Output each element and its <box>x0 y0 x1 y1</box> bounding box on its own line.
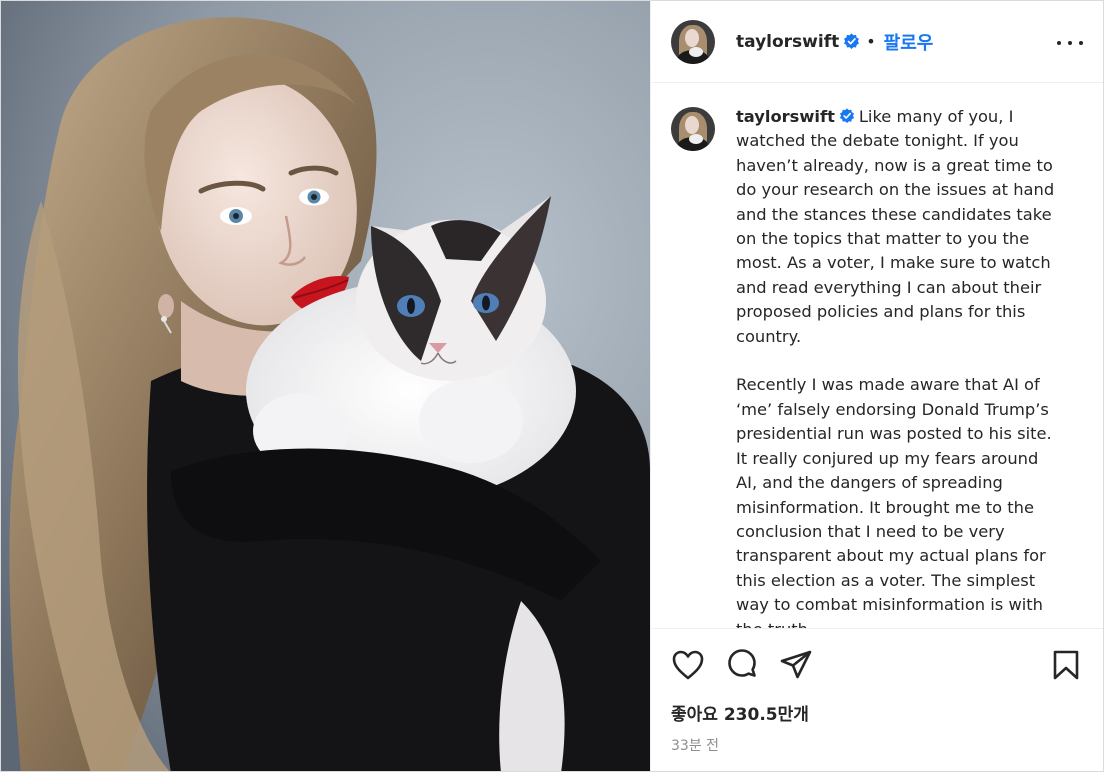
caption-body: Like many of you, I watched the debate t… <box>736 107 1055 628</box>
likes-value: 230.5만개 <box>723 705 809 725</box>
caption-avatar[interactable] <box>671 107 715 151</box>
post-side-panel: taylorswift • 팔로우 taylorswift Like many o… <box>650 1 1103 771</box>
likes-label: 좋아요 <box>671 705 718 725</box>
caption-text-block: taylorswift Like many of you, I watched t… <box>736 105 1056 628</box>
bookmark-icon[interactable] <box>1049 648 1083 682</box>
action-bar <box>651 629 1103 701</box>
likes-count[interactable]: 좋아요 230.5만개 <box>651 701 1103 729</box>
username-link[interactable]: taylorswift <box>736 32 839 52</box>
verified-badge-icon <box>839 108 854 123</box>
instagram-post: taylorswift • 팔로우 taylorswift Like many o… <box>0 0 1104 772</box>
avatar[interactable] <box>671 19 715 64</box>
share-icon[interactable] <box>779 648 813 682</box>
verified-badge-icon <box>844 33 860 49</box>
more-options-icon[interactable] <box>1057 31 1083 55</box>
follow-button[interactable]: 팔로우 <box>884 29 934 55</box>
post-header: taylorswift • 팔로우 <box>651 1 1103 83</box>
separator-dot: • <box>866 32 876 51</box>
heart-icon[interactable] <box>671 648 705 682</box>
post-photo[interactable] <box>1 1 650 771</box>
post-photo-image <box>1 1 650 771</box>
comment-icon[interactable] <box>725 648 759 682</box>
caption-username-link[interactable]: taylorswift <box>736 107 835 126</box>
caption: taylorswift Like many of you, I watched t… <box>651 83 1103 628</box>
comments-scroll-area[interactable]: taylorswift Like many of you, I watched t… <box>651 83 1103 629</box>
post-timestamp[interactable]: 33분 전 <box>651 735 1103 755</box>
